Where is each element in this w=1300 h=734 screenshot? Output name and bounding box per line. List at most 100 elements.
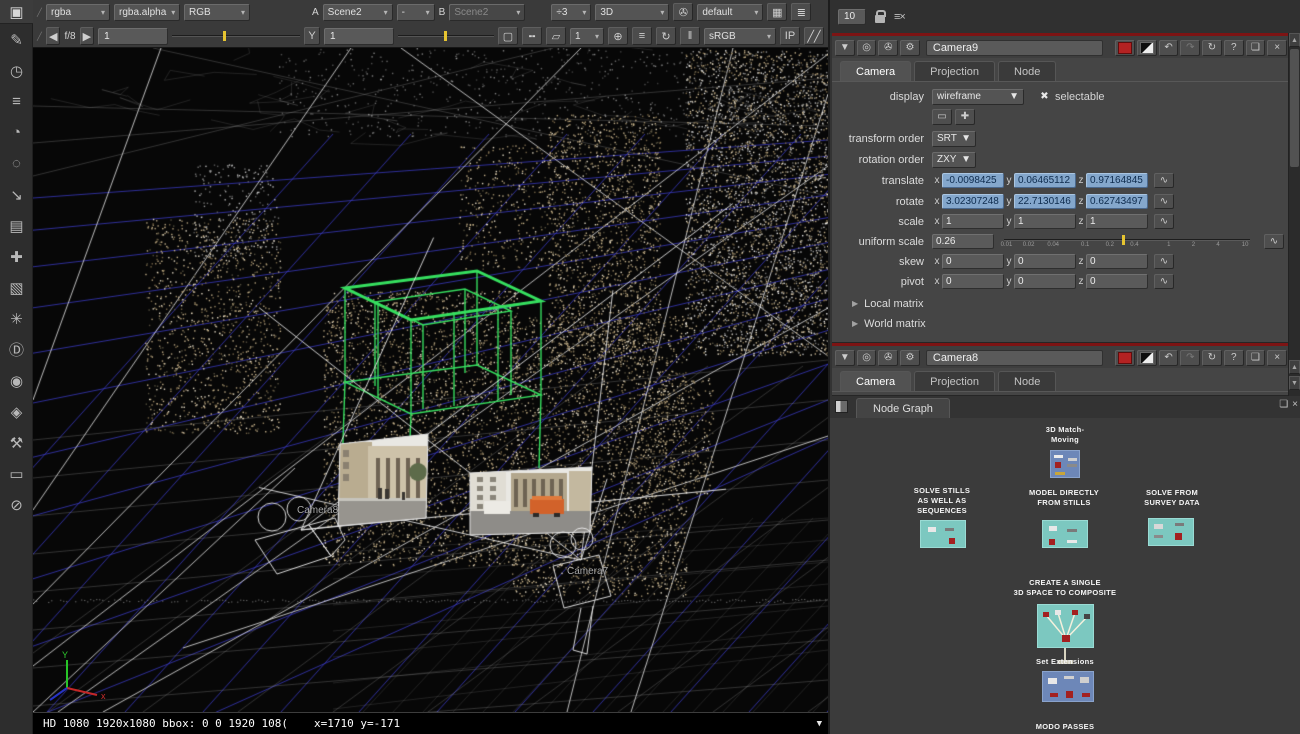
- node-thumbnail[interactable]: [920, 520, 966, 548]
- input-b-dropdown[interactable]: Scene2 ▾: [449, 3, 526, 21]
- menu-button[interactable]: ▼: [835, 349, 855, 366]
- undo-button[interactable]: ↶: [1158, 349, 1179, 366]
- sticky-note-model-directly[interactable]: MODEL DIRECTLY FROM STILLS: [1029, 488, 1099, 508]
- scrollbar-thumb[interactable]: [1290, 49, 1299, 167]
- draw-nodes-button[interactable]: ✎: [0, 24, 33, 55]
- node-thumbnail[interactable]: [1042, 520, 1088, 548]
- pause-button[interactable]: ‖: [680, 27, 700, 45]
- revert-button[interactable]: ↻: [1202, 349, 1222, 366]
- tab-node[interactable]: Node: [998, 371, 1057, 391]
- pivot-curve-button[interactable]: ∿: [1154, 274, 1174, 289]
- revert-button[interactable]: ↻: [1202, 39, 1222, 56]
- archive-nodes-button[interactable]: ▭: [0, 458, 33, 489]
- collapse-icon[interactable]: ╱: [37, 32, 42, 41]
- time-nodes-button[interactable]: ◷: [0, 55, 33, 86]
- rotate-y-field[interactable]: 22.7130146: [1014, 194, 1076, 209]
- translate-y-field[interactable]: 0.06465112: [1014, 173, 1076, 188]
- sticky-note-create-single[interactable]: CREATE A SINGLE 3D SPACE TO COMPOSITE: [1014, 578, 1117, 598]
- uniform-scale-curve-button[interactable]: ∿: [1264, 234, 1284, 249]
- wipe-mode-dropdown[interactable]: - ▾: [396, 3, 435, 21]
- float-panel-button[interactable]: ❏: [1245, 349, 1266, 366]
- rotate-x-field[interactable]: 3.02307248: [942, 194, 1004, 209]
- pivot-y-field[interactable]: 0: [1014, 274, 1076, 289]
- lock-icon[interactable]: [875, 9, 886, 23]
- sticky-note-match-moving[interactable]: 3D Match- Moving: [1046, 425, 1085, 445]
- gl-color-button[interactable]: [1136, 349, 1157, 366]
- slider-handle[interactable]: [1122, 234, 1126, 245]
- channels-dropdown[interactable]: rgba ▾: [46, 3, 110, 21]
- transform-order-dropdown[interactable]: SRT ▼: [932, 130, 976, 147]
- tab-camera[interactable]: Camera: [840, 61, 912, 81]
- translate-curve-button[interactable]: ∿: [1154, 173, 1174, 188]
- scanline-button[interactable]: ≡: [632, 27, 652, 45]
- uniform-scale-slider[interactable]: 0.01 0.02 0.04 0.1 0.2 0.4 1 2 4 10: [1001, 234, 1250, 250]
- image-nodes-button[interactable]: ▣: [0, 0, 33, 24]
- region-of-interest-button[interactable]: ▢: [498, 27, 518, 45]
- skew-curve-button[interactable]: ∿: [1154, 254, 1174, 269]
- pane-icon[interactable]: [835, 400, 848, 413]
- status-dropdown-arrow[interactable]: ▼: [817, 719, 822, 729]
- gamma-field[interactable]: 1: [324, 27, 394, 45]
- tab-camera[interactable]: Camera: [840, 371, 912, 391]
- tab-node[interactable]: Node: [998, 61, 1057, 81]
- colorspace-dropdown[interactable]: sRGB ▾: [704, 27, 776, 45]
- float-panel-button[interactable]: ❏: [1245, 39, 1266, 56]
- tab-projection[interactable]: Projection: [914, 371, 996, 391]
- input-a-dropdown[interactable]: Scene2 ▾: [322, 3, 393, 21]
- redo-button[interactable]: ↷: [1180, 349, 1201, 366]
- toolsets-button[interactable]: ⚒: [0, 427, 33, 458]
- node-color-button[interactable]: [1115, 39, 1135, 56]
- clear-panels-icon[interactable]: ≡×: [894, 11, 906, 23]
- scroll-down-button[interactable]: ▼: [1289, 376, 1300, 390]
- aperture-prev-button[interactable]: ◀: [46, 27, 61, 45]
- views-nodes-button[interactable]: ◉: [0, 365, 33, 396]
- node-thumbnail[interactable]: [1050, 450, 1080, 478]
- rotate-curve-button[interactable]: ∿: [1154, 194, 1174, 209]
- sticky-note-solve-survey[interactable]: SOLVE FROM SURVEY DATA: [1144, 488, 1200, 508]
- node-name-field[interactable]: Camera8: [925, 349, 1104, 366]
- skew-z-field[interactable]: 0: [1086, 254, 1148, 269]
- layer-stack-button[interactable]: ≣: [791, 3, 812, 21]
- slider-handle[interactable]: [444, 31, 448, 41]
- selectable-checkbox[interactable]: ✖: [1038, 90, 1051, 103]
- node-graph-canvas[interactable]: 3D Match- Moving SOLVE STILLS AS WELL AS…: [830, 418, 1300, 734]
- controls-button[interactable]: ⚙: [900, 349, 920, 366]
- node-color-button[interactable]: [1115, 349, 1135, 366]
- gamma-slider[interactable]: [398, 29, 494, 43]
- redo-button[interactable]: ↷: [1180, 39, 1201, 56]
- color-nodes-button[interactable]: ◔: [0, 117, 33, 148]
- transform-nodes-button[interactable]: ✚: [0, 241, 33, 272]
- translate-z-field[interactable]: 0.97164845: [1086, 173, 1148, 188]
- display-dropdown[interactable]: wireframe ▼: [932, 88, 1024, 105]
- translate-x-field[interactable]: -0.0098425: [942, 173, 1004, 188]
- help-button[interactable]: ?: [1223, 349, 1244, 366]
- close-icon[interactable]: ×: [1292, 399, 1298, 410]
- gain-slider[interactable]: [172, 29, 300, 43]
- float-window-icon[interactable]: ❏: [1279, 399, 1288, 410]
- sticky-note-set-extensions[interactable]: Set Extensions: [1036, 657, 1094, 667]
- close-panel-button[interactable]: ×: [1267, 39, 1288, 56]
- alpha-channel-dropdown[interactable]: rgba.alpha ▾: [114, 3, 180, 21]
- frame-increment-dropdown[interactable]: 1 ▾: [570, 27, 604, 45]
- local-matrix-row[interactable]: ▶ Local matrix: [838, 295, 1284, 312]
- import-file-button[interactable]: ▭: [932, 108, 952, 125]
- deep-nodes-button[interactable]: Ⓓ: [0, 334, 33, 365]
- scale-x-field[interactable]: 1: [942, 214, 1004, 229]
- properties-scrollbar[interactable]: ▲ ▲ ▼: [1288, 33, 1300, 396]
- particle-nodes-button[interactable]: ✳: [0, 303, 33, 334]
- help-button[interactable]: ?: [1223, 39, 1244, 56]
- filter-nodes-button[interactable]: ◌: [0, 148, 33, 179]
- snap-axes-button[interactable]: ✚: [955, 108, 975, 125]
- gl-color-button[interactable]: [1136, 39, 1157, 56]
- scale-z-field[interactable]: 1: [1086, 214, 1148, 229]
- undo-button[interactable]: ↶: [1158, 39, 1179, 56]
- scale-y-field[interactable]: 1: [1014, 214, 1076, 229]
- rotate-z-field[interactable]: 0.62743497: [1086, 194, 1148, 209]
- camera-button[interactable]: ✇: [878, 39, 899, 56]
- scroll-up-button[interactable]: ▲: [1289, 33, 1300, 47]
- skew-y-field[interactable]: 0: [1014, 254, 1076, 269]
- node-thumbnail[interactable]: [1037, 604, 1094, 648]
- view-mode-dropdown[interactable]: 3D ▾: [595, 3, 670, 21]
- collapse-icon[interactable]: ╱: [37, 8, 42, 17]
- checker-button[interactable]: ╱╱: [804, 27, 824, 45]
